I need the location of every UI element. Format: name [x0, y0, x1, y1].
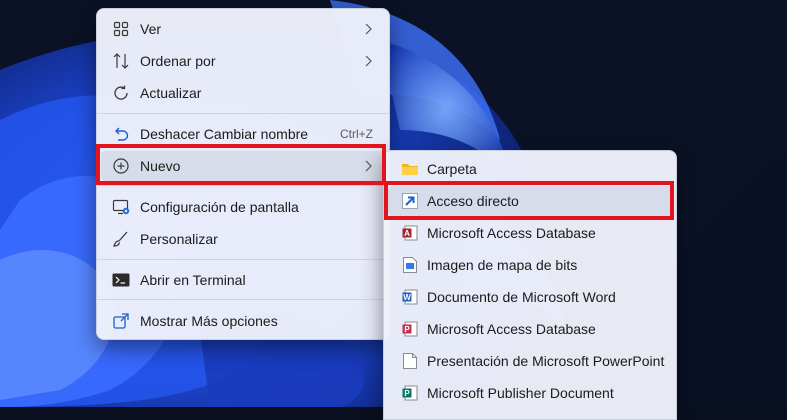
menu-item-label: Ver — [140, 21, 162, 37]
access-icon: A — [401, 224, 419, 242]
svg-text:P: P — [404, 389, 410, 398]
display-settings-icon — [112, 198, 130, 216]
submenu-item-publisher[interactable]: P Microsoft Publisher Document — [388, 378, 672, 408]
menu-separator — [97, 185, 389, 186]
menu-item-mostrar-mas-opciones[interactable]: Mostrar Más opciones — [101, 306, 385, 336]
svg-text:A: A — [404, 229, 410, 238]
menu-item-label: Ordenar por — [140, 53, 216, 69]
submenu-item-powerpoint[interactable]: Presentación de Microsoft PowerPoint — [388, 346, 672, 376]
submenu-item-access-database[interactable]: A Microsoft Access Database — [388, 218, 672, 248]
submenu-item-label: Microsoft Access Database — [427, 225, 596, 241]
menu-item-label: Personalizar — [140, 231, 218, 247]
word-icon: W — [401, 288, 419, 306]
access-icon: P — [401, 320, 419, 338]
menu-separator — [97, 299, 389, 300]
terminal-icon — [112, 271, 130, 289]
bitmap-icon — [401, 256, 419, 274]
menu-item-label: Actualizar — [140, 85, 202, 101]
submenu-item-label: Microsoft Access Database — [427, 321, 596, 337]
svg-text:W: W — [403, 293, 411, 302]
menu-item-deshacer[interactable]: Deshacer Cambiar nombre Ctrl+Z — [101, 119, 385, 149]
refresh-icon — [112, 84, 130, 102]
chevron-right-icon — [363, 22, 373, 39]
submenu-item-label: Acceso directo — [427, 193, 519, 209]
menu-item-label: Nuevo — [140, 158, 181, 174]
submenu-item-label: Documento de Microsoft Word — [427, 289, 616, 305]
menu-item-nuevo[interactable]: Nuevo — [101, 151, 385, 181]
menu-item-ordenar-por[interactable]: Ordenar por — [101, 46, 385, 76]
desktop-context-menu: Ver Ordenar por Actualizar Deshacer Camb… — [96, 8, 390, 340]
undo-icon — [112, 125, 130, 143]
svg-text:P: P — [404, 325, 410, 334]
submenu-item-word-document[interactable]: W Documento de Microsoft Word — [388, 282, 672, 312]
folder-icon — [401, 160, 419, 178]
submenu-item-carpeta[interactable]: Carpeta — [388, 154, 672, 184]
menu-item-abrir-terminal[interactable]: Abrir en Terminal — [101, 265, 385, 295]
menu-item-label: Mostrar Más opciones — [140, 313, 278, 329]
submenu-item-acceso-directo[interactable]: Acceso directo — [388, 186, 672, 216]
menu-item-label: Configuración de pantalla — [140, 199, 299, 215]
submenu-item-bitmap[interactable]: Imagen de mapa de bits — [388, 250, 672, 280]
menu-item-actualizar[interactable]: Actualizar — [101, 78, 385, 108]
menu-item-label: Deshacer Cambiar nombre — [140, 126, 309, 142]
chevron-right-icon — [363, 54, 373, 71]
submenu-item-label: Microsoft Publisher Document — [427, 385, 614, 401]
menu-item-label: Abrir en Terminal — [140, 272, 246, 288]
menu-separator — [97, 113, 389, 114]
submenu-item-label: Carpeta — [427, 161, 477, 177]
shortcut-arrow-icon — [401, 192, 419, 210]
sort-icon — [112, 52, 130, 70]
submenu-item-label: Presentación de Microsoft PowerPoint — [427, 353, 665, 369]
blank-document-icon — [401, 352, 419, 370]
shortcut-label: Ctrl+Z — [340, 127, 373, 141]
submenu-item-label: Imagen de mapa de bits — [427, 257, 578, 273]
nuevo-submenu: Carpeta Acceso directo A Microsoft Acces… — [383, 150, 677, 420]
menu-item-ver[interactable]: Ver — [101, 14, 385, 44]
chevron-right-icon — [363, 159, 373, 176]
menu-item-configuracion-pantalla[interactable]: Configuración de pantalla — [101, 192, 385, 222]
menu-separator — [97, 259, 389, 260]
add-circle-icon — [112, 157, 130, 175]
submenu-item-access-database-2[interactable]: P Microsoft Access Database — [388, 314, 672, 344]
menu-item-personalizar[interactable]: Personalizar — [101, 224, 385, 254]
more-options-icon — [112, 312, 130, 330]
publisher-icon: P — [401, 384, 419, 402]
grid-view-icon — [112, 20, 130, 38]
brush-icon — [112, 230, 130, 248]
